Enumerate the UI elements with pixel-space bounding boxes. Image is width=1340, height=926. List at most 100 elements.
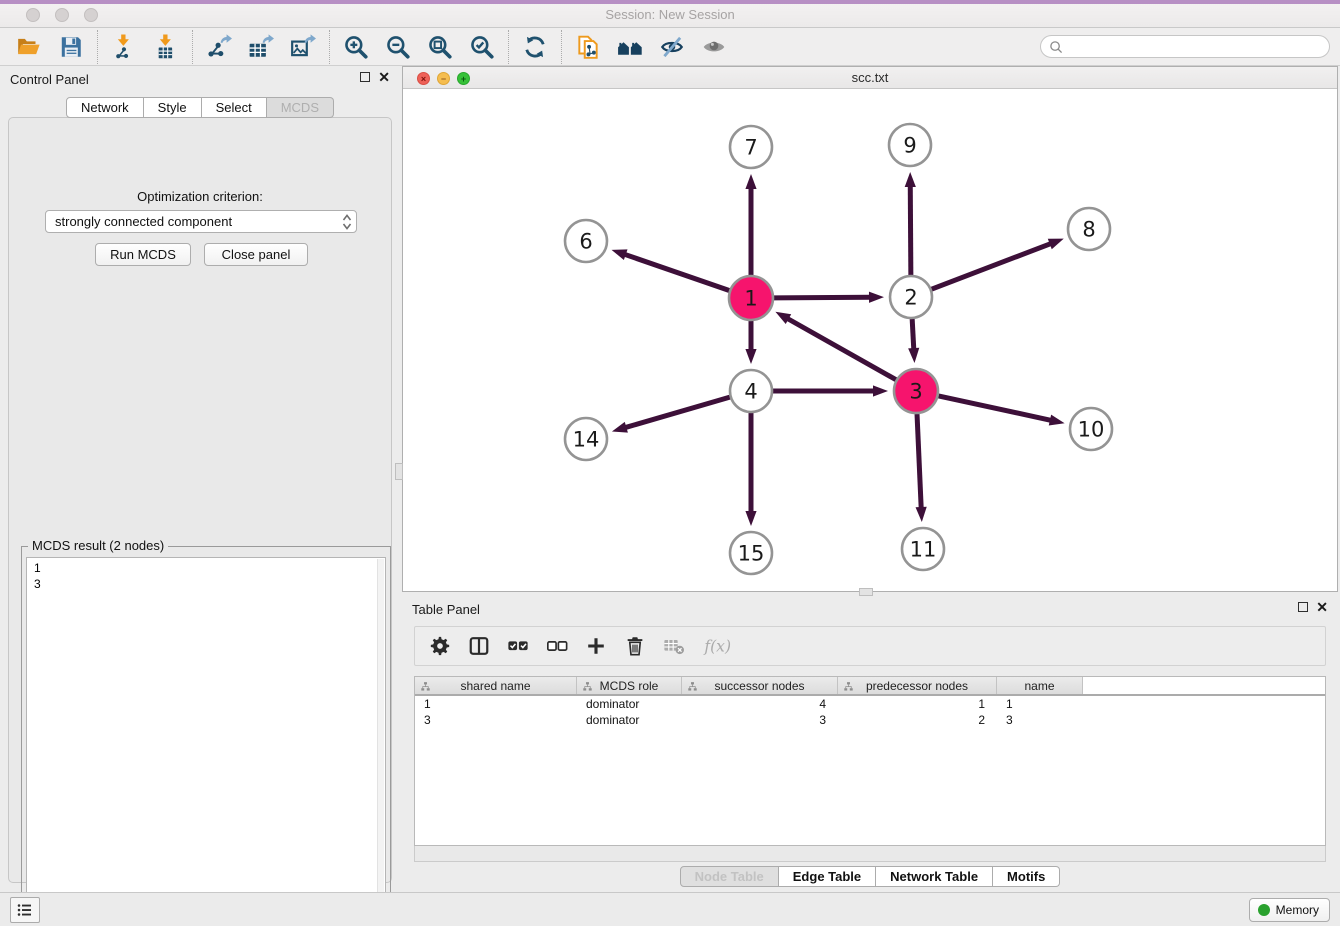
tab-motifs[interactable]: Motifs	[993, 866, 1060, 887]
zoom-selected-icon	[469, 34, 495, 60]
show-all-button[interactable]	[693, 30, 735, 64]
node-7[interactable]: 7	[730, 126, 772, 168]
criterion-dropdown[interactable]: strongly connected component	[45, 210, 357, 233]
columns-button[interactable]	[468, 635, 490, 657]
clone-network-button[interactable]	[567, 30, 609, 64]
tab-network[interactable]: Network	[66, 97, 144, 118]
mcds-result-lines: 1 3	[27, 558, 385, 592]
table-body: 1dominator4113dominator323	[415, 696, 1325, 728]
table-row[interactable]: 1dominator411	[415, 696, 1325, 712]
column-header-shared-name[interactable]: shared name	[415, 677, 577, 694]
zoom-selected-button[interactable]	[461, 30, 503, 64]
control-panel-close-icon[interactable]: ✕	[378, 72, 390, 82]
close-panel-button[interactable]: Close panel	[204, 243, 308, 266]
main-toolbar	[0, 28, 1340, 66]
gear-button[interactable]	[429, 635, 451, 657]
search-input[interactable]	[1068, 40, 1321, 54]
node-10[interactable]: 10	[1070, 408, 1112, 450]
tab-edge-table[interactable]: Edge Table	[779, 866, 876, 887]
mcds-result-textarea[interactable]: 1 3	[26, 557, 386, 919]
edge-2-8[interactable]	[932, 239, 1064, 290]
criterion-value: strongly connected component	[55, 214, 232, 229]
node-1[interactable]: 1	[729, 276, 773, 320]
tab-node-table[interactable]: Node Table	[680, 866, 779, 887]
table-row[interactable]: 3dominator323	[415, 712, 1325, 728]
edge-2-9[interactable]	[905, 172, 916, 275]
column-label: name	[1024, 679, 1054, 693]
node-14[interactable]: 14	[565, 418, 607, 460]
control-panel-float-icon[interactable]	[360, 72, 370, 82]
select-all-button[interactable]	[507, 635, 529, 657]
hide-selected-button[interactable]	[651, 30, 693, 64]
import-table-button[interactable]	[145, 30, 187, 64]
edge-3-1[interactable]	[775, 312, 896, 380]
cell-successor-nodes: 3	[682, 712, 838, 728]
column-label: MCDS role	[600, 679, 659, 693]
node-3[interactable]: 3	[894, 369, 938, 413]
node-9[interactable]: 9	[889, 124, 931, 166]
home-button[interactable]	[609, 30, 651, 64]
edge-3-11[interactable]	[916, 414, 927, 522]
search-box[interactable]	[1040, 35, 1330, 58]
refresh-button[interactable]	[514, 30, 556, 64]
table-panel-title: Table Panel	[412, 602, 480, 617]
toolbar-button-groups	[8, 28, 735, 65]
table-panel-float-icon[interactable]	[1298, 602, 1308, 612]
gear-icon	[429, 635, 451, 657]
column-header-name[interactable]: name	[997, 677, 1083, 694]
titlebar-accent	[0, 0, 1340, 4]
zoom-fit-button[interactable]	[419, 30, 461, 64]
add-button[interactable]	[585, 635, 607, 657]
node-6[interactable]: 6	[565, 220, 607, 262]
zoom-out-button[interactable]	[377, 30, 419, 64]
run-mcds-button[interactable]: Run MCDS	[95, 243, 191, 266]
import-network-button[interactable]	[103, 30, 145, 64]
control-panel-title: Control Panel	[10, 72, 89, 87]
network-canvas[interactable]: 7 9 6 8 1 2 4 3 14 10 15 11	[403, 89, 1337, 591]
deselect-all-button[interactable]	[546, 635, 568, 657]
svg-text:11: 11	[910, 538, 937, 562]
vertical-split-handle[interactable]	[395, 463, 403, 480]
open-button[interactable]	[8, 30, 50, 64]
tab-mcds[interactable]: MCDS	[267, 97, 334, 118]
memory-button[interactable]: Memory	[1249, 898, 1330, 922]
task-history-button[interactable]	[10, 897, 40, 923]
column-header-successor-nodes[interactable]: successor nodes	[682, 677, 838, 694]
edge-1-2[interactable]	[774, 292, 884, 303]
cell-name: 1	[997, 696, 1083, 712]
network-title: scc.txt	[403, 70, 1337, 85]
app-window: Session: New Session Control Panel ✕ Net…	[0, 0, 1340, 926]
table-scroll-strip[interactable]	[414, 846, 1326, 862]
column-header-predecessor-nodes[interactable]: predecessor nodes	[838, 677, 997, 694]
horizontal-split-handle[interactable]	[859, 588, 873, 596]
edge-4-3[interactable]	[773, 385, 888, 396]
table-panel-close-icon[interactable]: ✕	[1316, 602, 1328, 612]
zoom-in-button[interactable]	[335, 30, 377, 64]
node-4[interactable]: 4	[730, 370, 772, 412]
export-image-button[interactable]	[282, 30, 324, 64]
edge-4-14[interactable]	[612, 397, 730, 433]
tab-style[interactable]: Style	[144, 97, 202, 118]
tab-network-table[interactable]: Network Table	[876, 866, 993, 887]
export-network-button[interactable]	[198, 30, 240, 64]
save-button[interactable]	[50, 30, 92, 64]
node-15[interactable]: 15	[730, 532, 772, 574]
node-11[interactable]: 11	[902, 528, 944, 570]
tab-select[interactable]: Select	[202, 97, 267, 118]
svg-text:4: 4	[744, 380, 757, 404]
node-2[interactable]: 2	[890, 276, 932, 318]
result-scrollbar[interactable]	[377, 559, 384, 917]
export-table-button[interactable]	[240, 30, 282, 64]
edge-1-7[interactable]	[745, 174, 756, 275]
export-image-icon	[290, 34, 316, 60]
edge-1-4[interactable]	[745, 321, 756, 364]
edge-1-6[interactable]	[612, 249, 730, 290]
column-header-mcds-role[interactable]: MCDS role	[577, 677, 682, 694]
svg-text:2: 2	[904, 286, 917, 310]
edge-2-3[interactable]	[908, 319, 919, 363]
svg-text:8: 8	[1082, 218, 1095, 242]
edge-4-15[interactable]	[745, 413, 756, 526]
delete-button[interactable]	[624, 635, 646, 657]
node-8[interactable]: 8	[1068, 208, 1110, 250]
edge-3-10[interactable]	[938, 396, 1064, 426]
